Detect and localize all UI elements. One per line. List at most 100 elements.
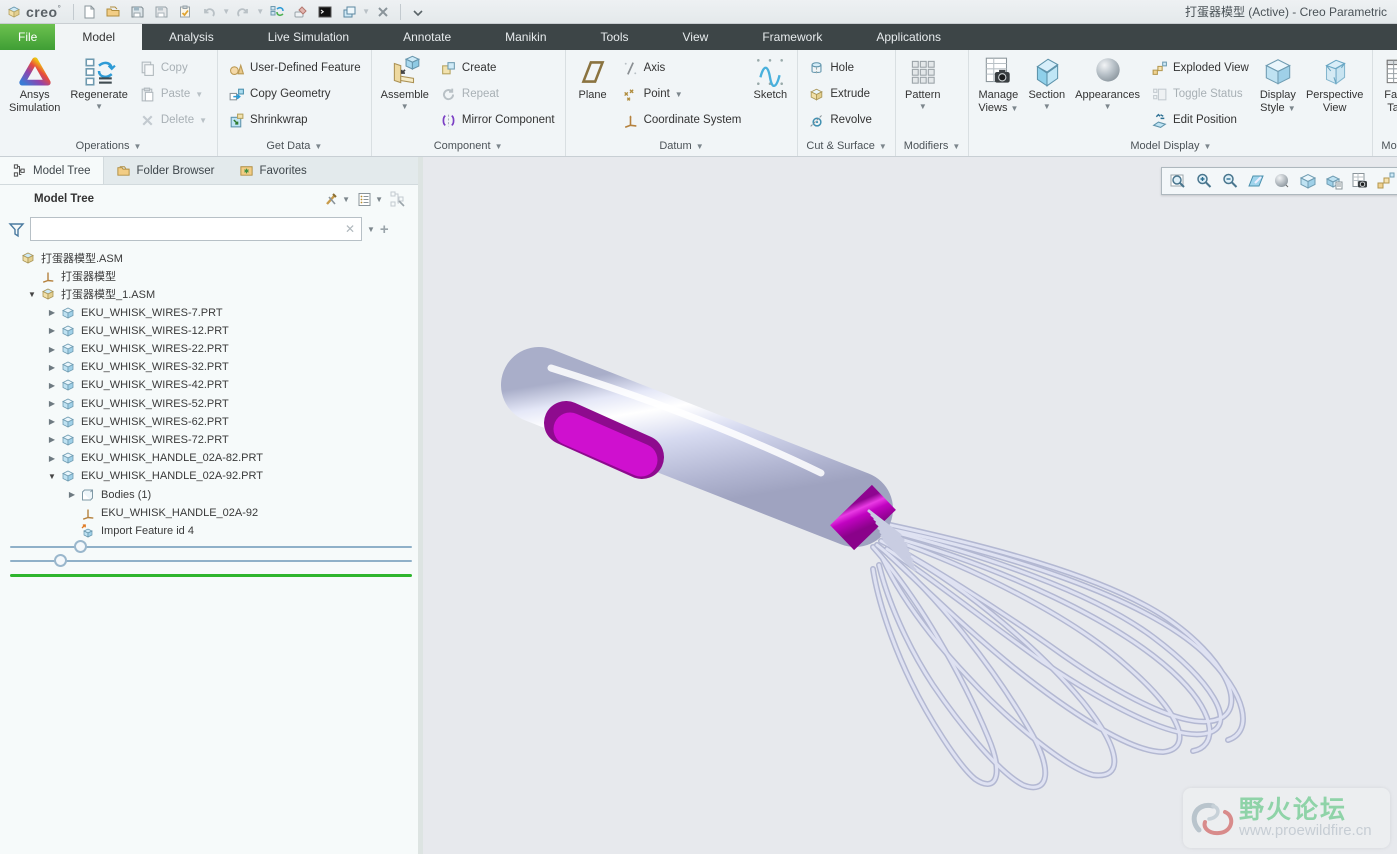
revolve-button[interactable]: Revolve	[802, 107, 878, 133]
axis-button[interactable]: Axis	[616, 55, 748, 81]
tab-manikin[interactable]: Manikin	[478, 24, 573, 50]
tree-node[interactable]: EKU_WHISK_HANDLE_02A-92	[0, 504, 418, 522]
regenerate-button[interactable]: Regenerate ▼	[65, 53, 133, 136]
group-label[interactable]: Modifiers ▼	[896, 136, 969, 156]
pattern-button[interactable]: Pattern ▼	[900, 53, 946, 136]
display-style-sm-button[interactable]	[1296, 169, 1320, 193]
undo-dropdown-icon[interactable]: ▼	[222, 7, 230, 16]
tab-framework[interactable]: Framework	[735, 24, 849, 50]
tab-analysis[interactable]: Analysis	[142, 24, 241, 50]
expand-arrow-icon[interactable]: ▶	[44, 417, 60, 426]
tree-node[interactable]: ▶ EKU_WHISK_WIRES-12.PRT	[0, 322, 418, 340]
expand-arrow-icon[interactable]: ▶	[44, 363, 60, 372]
exploded-button[interactable]: Exploded View	[1145, 55, 1255, 81]
tree-node[interactable]: ▼ EKU_WHISK_HANDLE_02A-92.PRT	[0, 467, 418, 485]
insert-indicator[interactable]	[0, 554, 418, 568]
tab-annotate[interactable]: Annotate	[376, 24, 478, 50]
tree-node[interactable]: ▶ EKU_WHISK_HANDLE_02A-82.PRT	[0, 449, 418, 467]
extrude-button[interactable]: Extrude	[802, 81, 878, 107]
model-check-button[interactable]	[174, 2, 196, 22]
ansys-button[interactable]: Ansys Simulation	[4, 53, 65, 136]
tree-show-button[interactable]	[386, 188, 410, 210]
view-manager-button[interactable]	[1348, 169, 1372, 193]
udf-button[interactable]: User-Defined Feature	[222, 55, 367, 81]
tab-live-simulation[interactable]: Live Simulation	[241, 24, 376, 50]
shading-button[interactable]	[1270, 169, 1294, 193]
expand-arrow-icon[interactable]: ▶	[44, 399, 60, 408]
command-window-button[interactable]	[314, 2, 336, 22]
zoom-out-button[interactable]	[1218, 169, 1242, 193]
new-file-button[interactable]	[78, 2, 100, 22]
tree-node[interactable]: ▶ EKU_WHISK_WIRES-62.PRT	[0, 413, 418, 431]
group-label[interactable]: Model Display ▼	[969, 136, 1372, 156]
add-filter-icon[interactable]: +	[380, 221, 389, 238]
copy-button[interactable]: Copy	[133, 55, 213, 81]
collapse-arrow-icon[interactable]: ▼	[24, 290, 40, 299]
edit-position-button[interactable]: Edit Position	[1145, 107, 1255, 133]
family-table-button[interactable]: FamilyTable	[1377, 53, 1397, 136]
tree-node[interactable]: ▶ EKU_WHISK_WIRES-22.PRT	[0, 340, 418, 358]
appearances-button[interactable]: Appearances ▼	[1070, 53, 1145, 136]
sketch-button[interactable]: Sketch	[747, 53, 793, 136]
tree-node[interactable]: Import Feature id 4	[0, 522, 418, 540]
erase-button[interactable]	[290, 2, 312, 22]
tab-model[interactable]: Model	[55, 24, 143, 50]
insert-indicator-handle[interactable]	[74, 540, 87, 553]
tree-node[interactable]: ▶ EKU_WHISK_WIRES-72.PRT	[0, 431, 418, 449]
expand-arrow-icon[interactable]: ▶	[44, 454, 60, 463]
expand-arrow-icon[interactable]: ▶	[44, 326, 60, 335]
group-label[interactable]: Model Intent ▼	[1373, 136, 1397, 156]
repeat-button[interactable]: Repeat	[434, 81, 561, 107]
group-label[interactable]: Get Data ▼	[218, 136, 371, 156]
save-button[interactable]	[126, 2, 148, 22]
perspective-button[interactable]: Perspective View	[1301, 53, 1368, 136]
clear-filter-icon[interactable]: ✕	[343, 222, 357, 236]
group-label[interactable]: Cut & Surface ▼	[798, 136, 894, 156]
save-as-button[interactable]	[150, 2, 172, 22]
window-arrange-dropdown-icon[interactable]: ▼	[362, 7, 370, 16]
tree-node[interactable]: ▶ EKU_WHISK_WIRES-32.PRT	[0, 358, 418, 376]
redo-button[interactable]	[232, 2, 254, 22]
expand-arrow-icon[interactable]: ▶	[44, 345, 60, 354]
expand-arrow-icon[interactable]: ▶	[44, 381, 60, 390]
copy-geometry-button[interactable]: Copy Geometry	[222, 81, 367, 107]
refit-button[interactable]	[1166, 169, 1190, 193]
whisk-model[interactable]	[423, 157, 1392, 853]
group-label[interactable]: Component ▼	[372, 136, 565, 156]
graphics-area[interactable]: 野火论坛 www.proewildfire.cn	[423, 157, 1397, 854]
paste-button[interactable]: Paste ▼	[133, 81, 213, 107]
tree-node[interactable]: ▶ EKU_WHISK_WIRES-52.PRT	[0, 395, 418, 413]
hole-button[interactable]: Hole	[802, 55, 878, 81]
collapse-arrow-icon[interactable]: ▼	[44, 472, 60, 481]
tree-filter-input[interactable]	[35, 219, 343, 239]
panel-tab-favorites[interactable]: Favorites	[227, 157, 319, 184]
tab-view[interactable]: View	[656, 24, 736, 50]
point-button[interactable]: Point ▼	[616, 81, 748, 107]
insert-indicator-handle[interactable]	[54, 554, 67, 567]
tree-node[interactable]: 打蛋器模型.ASM	[0, 249, 418, 267]
insert-indicator[interactable]	[0, 540, 418, 554]
group-label[interactable]: Datum ▼	[566, 136, 798, 156]
open-button[interactable]	[102, 2, 124, 22]
tree-filters-button[interactable]: ▼	[353, 189, 386, 210]
repaint-button[interactable]	[1244, 169, 1268, 193]
toggle-status-button[interactable]: Toggle Status	[1145, 81, 1255, 107]
tree-node[interactable]: ▶ EKU_WHISK_WIRES-7.PRT	[0, 304, 418, 322]
panel-tab-model-tree[interactable]: Model Tree	[0, 157, 104, 184]
close-window-button[interactable]	[372, 2, 394, 22]
section-button[interactable]: Section ▼	[1023, 53, 1070, 136]
regenerate-qat-button[interactable]	[266, 2, 288, 22]
manage-views-button[interactable]: Manage Views ▼	[973, 53, 1023, 136]
panel-tab-folder-browser[interactable]: Folder Browser	[104, 157, 227, 184]
tab-tools[interactable]: Tools	[574, 24, 656, 50]
expand-arrow-icon[interactable]: ▶	[64, 490, 80, 499]
redo-dropdown-icon[interactable]: ▼	[256, 7, 264, 16]
tree-settings-button[interactable]: ▼	[320, 189, 353, 210]
undo-button[interactable]	[198, 2, 220, 22]
tree-node[interactable]: ▼ 打蛋器模型_1.ASM	[0, 285, 418, 303]
shrinkwrap-button[interactable]: Shrinkwrap	[222, 107, 367, 133]
tab-applications[interactable]: Applications	[849, 24, 968, 50]
tree-node[interactable]: ▶ Bodies (1)	[0, 485, 418, 503]
display-style-button[interactable]: Display Style ▼	[1255, 53, 1301, 136]
delete-button[interactable]: Delete ▼	[133, 107, 213, 133]
